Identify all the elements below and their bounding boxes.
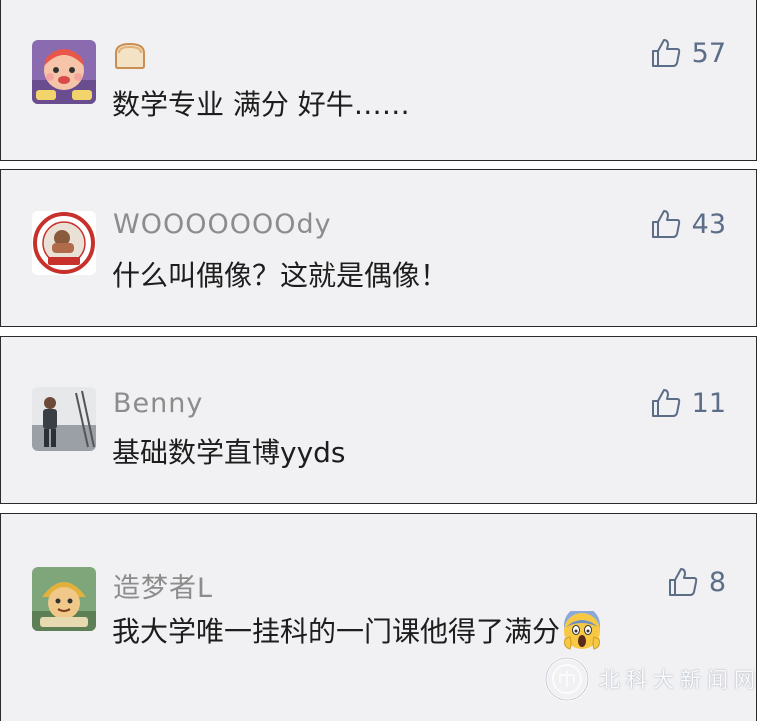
like-count: 57 xyxy=(691,37,726,69)
like-count: 11 xyxy=(691,387,726,419)
avatar[interactable] xyxy=(32,40,96,104)
thumbs-up-icon xyxy=(668,568,698,596)
comment-card: 数学专业 满分 好牛…… 57 xyxy=(0,0,757,161)
like-button[interactable]: 43 xyxy=(650,208,726,240)
avatar[interactable] xyxy=(32,211,96,275)
thumbs-up-icon xyxy=(651,210,680,238)
like-count: 8 xyxy=(708,566,726,598)
like-button[interactable]: 8 xyxy=(667,566,726,598)
university-seal-icon xyxy=(544,656,590,702)
screaming-face-emoji-icon xyxy=(564,611,601,650)
badge-avatar-icon xyxy=(32,211,96,275)
cartoon-avatar-icon xyxy=(32,567,96,631)
comment-card: WOOOOOOOdy 什么叫偶像？这就是偶像！ 43 xyxy=(0,169,757,327)
comment-text: 数学专业 满分 好牛…… xyxy=(112,88,410,121)
comment-text: 我大学唯一挂科的一门课他得了满分 xyxy=(112,610,602,651)
author-name[interactable]: 造梦者L xyxy=(113,566,213,605)
cartoon-avatar-icon xyxy=(32,40,96,104)
watermark: 北科大新闻网 xyxy=(543,655,761,703)
comment-text: 什么叫偶像？这就是偶像！ xyxy=(112,259,449,292)
like-button[interactable]: 11 xyxy=(650,387,726,419)
author-name[interactable]: Benny xyxy=(113,388,203,419)
comment-card: Benny 基础数学直博yyds 11 xyxy=(0,336,757,504)
watermark-text: 北科大新闻网 xyxy=(599,668,761,692)
like-button[interactable]: 57 xyxy=(650,37,726,69)
author-name[interactable] xyxy=(113,41,147,76)
thumbs-up-icon xyxy=(651,389,680,417)
thumbs-up-icon xyxy=(651,39,680,67)
avatar[interactable] xyxy=(32,567,96,631)
like-count: 43 xyxy=(691,208,726,240)
avatar[interactable] xyxy=(32,387,96,451)
comment-text: 基础数学直博yyds xyxy=(112,436,346,469)
comment-feed: 数学专业 满分 好牛…… 57 WOOOOOOOdy 什么叫偶像？这就是偶像！ xyxy=(0,0,761,721)
author-name[interactable]: WOOOOOOOdy xyxy=(113,209,332,240)
photo-avatar-icon xyxy=(32,387,96,451)
bread-emoji-icon xyxy=(115,42,145,69)
